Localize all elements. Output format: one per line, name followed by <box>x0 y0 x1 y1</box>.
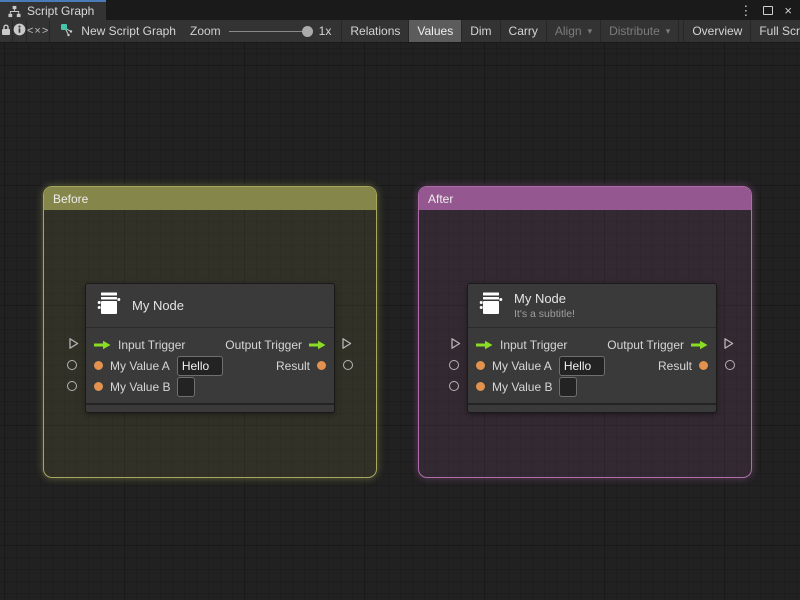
node-title: My Node <box>132 298 185 313</box>
value-a-input[interactable] <box>558 355 605 376</box>
trigger-row: Input Trigger Output Trigger <box>468 334 716 355</box>
chevron-down-icon: ▾ <box>587 25 593 36</box>
node-footer <box>468 403 716 412</box>
value-input-port-icon[interactable] <box>67 381 77 391</box>
window-controls: ⋮ × <box>739 0 800 20</box>
value-port-icon[interactable] <box>317 361 326 370</box>
result-label: Result <box>657 358 692 373</box>
flow-arrow-icon[interactable] <box>309 340 326 350</box>
value-a-row: My Value A Result <box>468 355 716 376</box>
graph-toolbar: <×> New Script Graph Zoom 1x Relations V… <box>0 20 800 43</box>
unit-icon <box>96 290 122 321</box>
node-before: My Node Input Trigger Output Trigger My … <box>67 283 353 413</box>
value-b-input[interactable] <box>559 376 578 397</box>
value-input-port-icon[interactable] <box>449 381 459 391</box>
dim-button[interactable]: Dim <box>462 20 501 42</box>
zoom-label: Zoom <box>189 24 221 38</box>
value-a-row: My Value A Result <box>86 355 334 376</box>
value-input-port-icon[interactable] <box>449 360 459 370</box>
flow-arrow-icon[interactable] <box>476 340 493 350</box>
lock-button[interactable] <box>0 20 13 42</box>
value-output-port-icon[interactable] <box>725 360 735 370</box>
value-port-icon[interactable] <box>94 361 103 370</box>
flow-output-port-icon[interactable] <box>722 337 735 350</box>
overview-button[interactable]: Overview <box>684 20 752 42</box>
chevron-down-icon: ▾ <box>665 25 671 36</box>
tab-title: Script Graph <box>27 4 95 18</box>
script-graph-icon <box>60 23 74 40</box>
tab-bar: Script Graph ⋮ × <box>0 0 800 20</box>
node-body: Input Trigger Output Trigger My Value A … <box>468 328 716 403</box>
more-icon[interactable]: ⋮ <box>739 4 752 17</box>
value-port-icon[interactable] <box>94 382 103 391</box>
input-trigger-label: Input Trigger <box>500 337 568 352</box>
group-title: Before <box>53 191 89 206</box>
align-dropdown[interactable]: Align ▾ <box>547 20 602 42</box>
toolbar-toggles: Relations Values Dim Carry Align ▾ Distr… <box>341 20 800 42</box>
value-a-label: My Value A <box>110 358 170 373</box>
close-icon[interactable]: × <box>784 4 792 17</box>
value-port-icon[interactable] <box>476 382 485 391</box>
script-graph-window: Script Graph ⋮ × <×> New Script Graph Zo… <box>0 0 800 600</box>
node-after: My Node It's a subtitle! Input Trigger O… <box>449 283 735 413</box>
output-trigger-label: Output Trigger <box>225 337 302 352</box>
zoom-slider[interactable] <box>228 20 313 42</box>
relations-button[interactable]: Relations <box>342 20 410 42</box>
zoom-slider-handle[interactable] <box>301 25 313 37</box>
value-b-row: My Value B <box>86 376 334 397</box>
values-button[interactable]: Values <box>409 20 463 42</box>
value-port-icon[interactable] <box>476 361 485 370</box>
maximize-icon[interactable] <box>763 5 774 15</box>
full-screen-button[interactable]: Full Screen <box>751 20 800 42</box>
distribute-dropdown[interactable]: Distribute ▾ <box>601 20 680 42</box>
node-title: My Node <box>514 291 567 306</box>
value-input-port-icon[interactable] <box>67 360 77 370</box>
group-before-header[interactable]: Before <box>44 187 376 210</box>
lock-icon <box>0 23 12 40</box>
graph-canvas[interactable]: Before After My Node Input Trigger Outpu… <box>0 43 800 600</box>
node-subtitle: It's a subtitle! <box>514 308 575 320</box>
graph-name-label: New Script Graph <box>81 24 176 38</box>
tab-script-graph[interactable]: Script Graph <box>0 0 107 20</box>
zoom-control: Zoom 1x <box>190 20 341 42</box>
flow-input-port-icon[interactable] <box>67 337 80 350</box>
value-a-input[interactable] <box>176 355 223 376</box>
zoom-slider-track <box>228 30 311 32</box>
unit-icon <box>478 290 504 321</box>
value-a-label: My Value A <box>492 358 552 373</box>
unit-node[interactable]: My Node Input Trigger Output Trigger My … <box>85 283 335 413</box>
value-b-input[interactable] <box>177 376 196 397</box>
info-button[interactable] <box>13 20 27 42</box>
trigger-row: Input Trigger Output Trigger <box>86 334 334 355</box>
node-footer <box>86 403 334 412</box>
node-body: Input Trigger Output Trigger My Value A … <box>86 328 334 403</box>
input-trigger-label: Input Trigger <box>118 337 186 352</box>
value-b-label: My Value B <box>110 379 171 394</box>
value-b-row: My Value B <box>468 376 716 397</box>
flow-output-port-icon[interactable] <box>340 337 353 350</box>
carry-button[interactable]: Carry <box>501 20 547 42</box>
group-title: After <box>428 191 454 206</box>
output-trigger-label: Output Trigger <box>607 337 684 352</box>
code-icon: <×> <box>27 25 50 37</box>
script-graph-tab-icon <box>8 5 21 18</box>
value-output-port-icon[interactable] <box>343 360 353 370</box>
flow-input-port-icon[interactable] <box>449 337 462 350</box>
node-header[interactable]: My Node It's a subtitle! <box>468 284 716 328</box>
info-icon <box>13 23 26 39</box>
group-after-header[interactable]: After <box>419 187 751 210</box>
value-port-icon[interactable] <box>699 361 708 370</box>
node-header[interactable]: My Node <box>86 284 334 328</box>
code-view-button[interactable]: <×> <box>27 20 51 42</box>
result-label: Result <box>275 358 310 373</box>
unit-node[interactable]: My Node It's a subtitle! Input Trigger O… <box>467 283 717 413</box>
flow-arrow-icon[interactable] <box>94 340 111 350</box>
zoom-value: 1x <box>318 24 332 38</box>
value-b-label: My Value B <box>492 379 553 394</box>
graph-name-button[interactable]: New Script Graph <box>50 20 190 42</box>
flow-arrow-icon[interactable] <box>691 340 708 350</box>
